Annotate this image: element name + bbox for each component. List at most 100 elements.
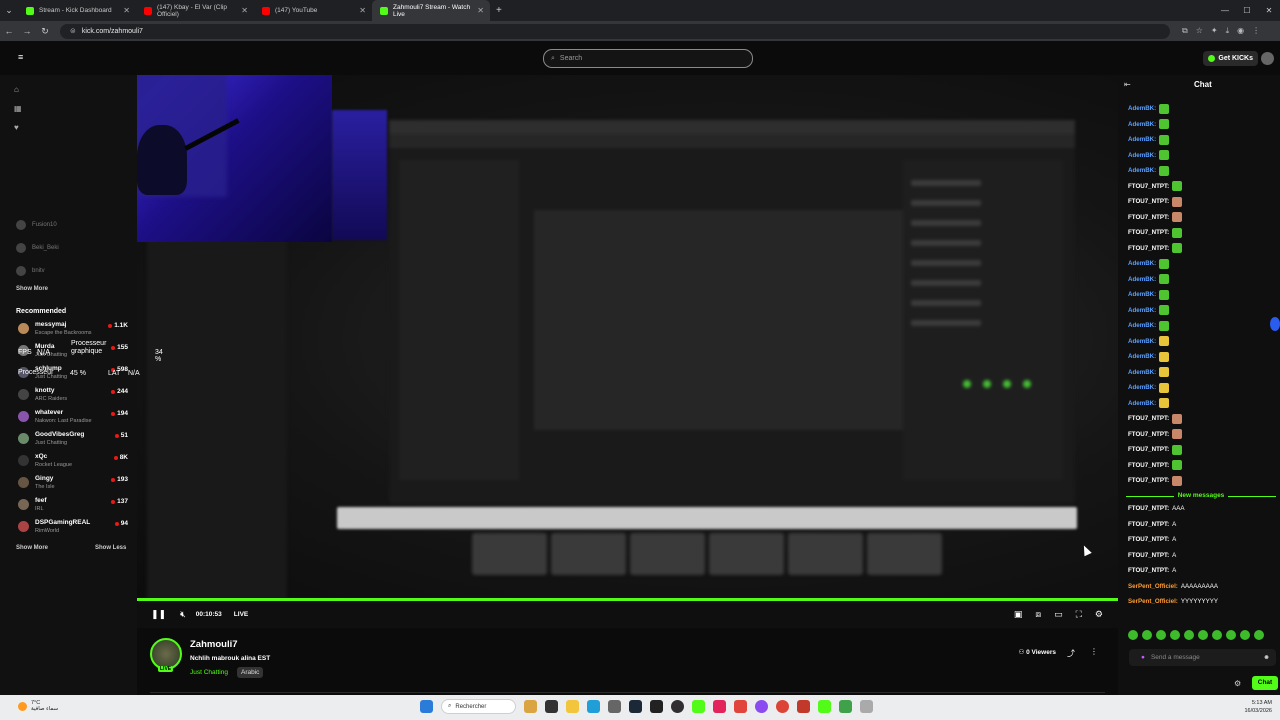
chat-username[interactable]: FTOU7_NTPT: [1128, 431, 1169, 438]
user-avatar[interactable] [1261, 52, 1274, 65]
emote-icon[interactable] [1212, 630, 1222, 640]
browser-tab[interactable]: Zahmouli7 Stream - Watch Live ✕ [372, 0, 490, 21]
url-input[interactable]: ⊜ kick.com/zahmouli7 [60, 23, 1170, 39]
forward-icon[interactable]: → [18, 26, 36, 36]
kick-dashboard-icon[interactable] [818, 700, 831, 713]
download-icon[interactable]: ⤓ [1226, 26, 1230, 36]
clip-icon[interactable]: ▣ [1014, 609, 1023, 620]
chat-settings-icon[interactable]: ⚙ [1234, 679, 1241, 688]
taskbar-search[interactable]: ⌕ Rechercher [441, 699, 516, 714]
followed-channel[interactable]: bnitv [16, 266, 45, 276]
emote-icon[interactable] [1254, 630, 1264, 640]
chat-username[interactable]: FTOU7_NTPT: [1128, 245, 1169, 252]
tiktok-icon[interactable] [713, 700, 726, 713]
app-icon-red[interactable] [797, 700, 810, 713]
bookmark-star-icon[interactable]: ☆ [1196, 26, 1203, 36]
recommended-channel[interactable]: Gingy The Isle 193 [16, 474, 128, 492]
emote-icon[interactable] [1226, 630, 1236, 640]
chat-username[interactable]: AdemBK: [1128, 167, 1156, 174]
chat-username[interactable]: FTOU7_NTPT: [1128, 505, 1169, 512]
chat-username[interactable]: FTOU7_NTPT: [1128, 415, 1169, 422]
share-icon[interactable]: ⤴ [1067, 648, 1075, 659]
chat-username[interactable]: AdemBK: [1128, 291, 1156, 298]
chat-username[interactable]: AdemBK: [1128, 276, 1156, 283]
browser-tab[interactable]: Stream - Kick Dashboard ✕ [18, 0, 136, 21]
video-player[interactable] [137, 75, 1118, 602]
recommended-channel[interactable]: whatever Nakwon: Last Paradise 194 [16, 408, 128, 426]
emoji-picker-icon[interactable]: ☻ [1263, 654, 1270, 661]
settings-gear-icon[interactable]: ⚙ [1095, 609, 1103, 620]
chat-username[interactable]: FTOU7_NTPT: [1128, 229, 1169, 236]
kick-app-icon[interactable] [692, 700, 705, 713]
obs-icon[interactable] [671, 700, 684, 713]
chat-username[interactable]: AdemBK: [1128, 384, 1156, 391]
emote-icon[interactable] [1198, 630, 1208, 640]
chat-username[interactable]: FTOU7_NTPT: [1128, 214, 1169, 221]
recommended-channel[interactable]: messymaj Escape the Backrooms 1.1K [16, 320, 128, 338]
settings-app-icon[interactable] [608, 700, 621, 713]
fullscreen-icon[interactable]: ⛶ [1076, 609, 1082, 620]
site-info-icon[interactable]: ⊜ [70, 27, 76, 35]
recommended-channel[interactable]: xQc Rocket League 8K [16, 452, 128, 470]
more-options-icon[interactable]: ⋮ [1090, 647, 1098, 656]
app-icon-green[interactable] [839, 700, 852, 713]
windows-start-icon[interactable] [420, 700, 433, 713]
mic-icon[interactable]: ● [1141, 654, 1145, 661]
chat-username[interactable]: FTOU7_NTPT: [1128, 183, 1169, 190]
followed-channel[interactable]: Fusion10 [16, 220, 57, 230]
minimize-icon[interactable]: — [1214, 6, 1236, 15]
chrome-icon[interactable] [776, 700, 789, 713]
show-more-recommended[interactable]: Show More [16, 545, 48, 551]
translate-icon[interactable]: ⧉ [1182, 26, 1188, 36]
tab-close-icon[interactable]: ✕ [359, 6, 366, 15]
chat-username[interactable]: FTOU7_NTPT: [1128, 521, 1169, 528]
back-icon[interactable]: ← [0, 26, 18, 36]
chat-username[interactable]: AdemBK: [1128, 338, 1156, 345]
steam-icon[interactable] [629, 700, 642, 713]
chat-username[interactable]: FTOU7_NTPT: [1128, 446, 1169, 453]
chat-username[interactable]: AdemBK: [1128, 152, 1156, 159]
show-less-recommended[interactable]: Show Less [95, 545, 126, 551]
messenger-icon[interactable] [755, 700, 768, 713]
chat-username[interactable]: AdemBK: [1128, 121, 1156, 128]
emote-icon[interactable] [1170, 630, 1180, 640]
recommended-channel[interactable]: knotty ARC Raiders 244 [16, 386, 128, 404]
tab-close-icon[interactable]: ✕ [123, 6, 130, 15]
send-chat-button[interactable]: Chat [1252, 676, 1278, 690]
recommended-channel[interactable]: GoodVibesGreg Just Chatting 51 [16, 430, 128, 448]
chat-username[interactable]: AdemBK: [1128, 400, 1156, 407]
pause-icon[interactable]: ❚❚ [151, 609, 166, 620]
new-messages-divider[interactable]: New messages [1126, 492, 1276, 499]
close-window-icon[interactable]: ✕ [1258, 6, 1280, 15]
profile-icon[interactable]: ◉ [1237, 26, 1244, 36]
following-icon[interactable]: ♥ [14, 123, 22, 132]
chat-username[interactable]: AdemBK: [1128, 322, 1156, 329]
stream-category[interactable]: Just Chatting [190, 669, 228, 676]
chat-username[interactable]: FTOU7_NTPT: [1128, 198, 1169, 205]
weather-widget[interactable]: 7°C سماء صافية [18, 700, 58, 712]
system-tray-clock[interactable]: 5:13 AM 16/03/2026 [1244, 699, 1272, 715]
app-icon-gray[interactable] [860, 700, 873, 713]
browse-icon[interactable]: ▦ [14, 104, 22, 113]
chat-username[interactable]: SerPent_Officiel: [1128, 598, 1178, 605]
chat-username[interactable]: FTOU7_NTPT: [1128, 552, 1169, 559]
get-kicks-button[interactable]: Get KICKs [1203, 51, 1258, 66]
theater-icon[interactable]: ▭ [1054, 609, 1063, 620]
mute-icon[interactable]: 🔇︎ [180, 609, 186, 620]
language-tag[interactable]: Arabic [237, 667, 264, 678]
new-tab-button[interactable]: + [496, 5, 502, 16]
widgets-icon[interactable] [524, 700, 537, 713]
browser-tab[interactable]: (147) Kbay - El Var (Clip Officiel) ✕ [136, 0, 254, 21]
maximize-icon[interactable]: ☐ [1236, 6, 1258, 15]
chat-message-input[interactable]: ● Send a message ☻ [1129, 649, 1276, 666]
chat-username[interactable]: AdemBK: [1128, 369, 1156, 376]
tab-close-icon[interactable]: ✕ [241, 6, 248, 15]
emote-icon[interactable] [1240, 630, 1250, 640]
browser-tab[interactable]: (147) YouTube ✕ [254, 0, 372, 21]
capcut-icon[interactable] [734, 700, 747, 713]
chat-username[interactable]: AdemBK: [1128, 353, 1156, 360]
chat-username[interactable]: AdemBK: [1128, 136, 1156, 143]
reload-icon[interactable]: ↻ [36, 26, 54, 37]
streamer-name[interactable]: Zahmouli7 [190, 639, 238, 650]
tab-close-icon[interactable]: ✕ [477, 6, 484, 15]
